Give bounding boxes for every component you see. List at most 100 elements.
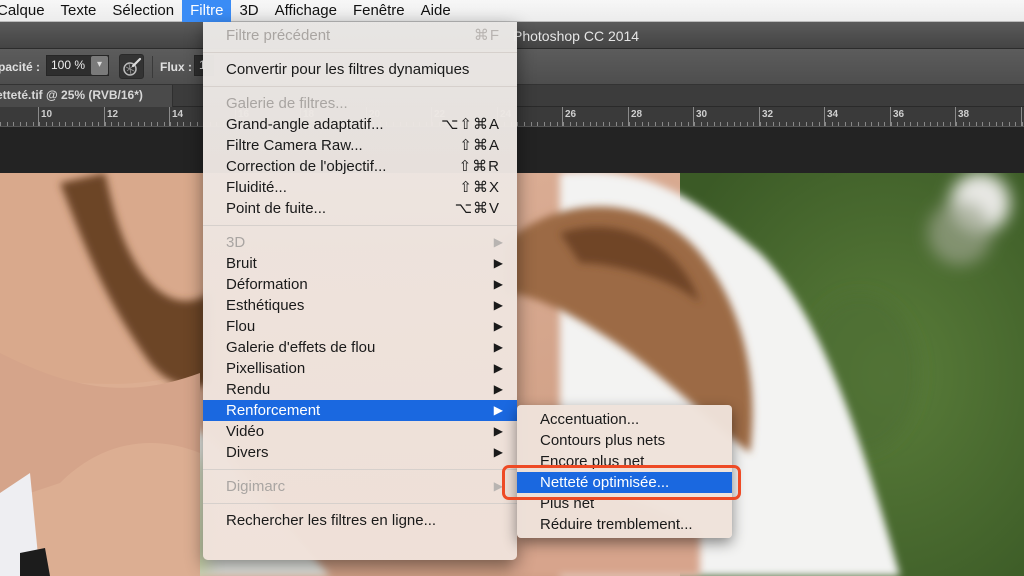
menu-aide[interactable]: Aide bbox=[413, 0, 459, 22]
menu-item-bruit[interactable]: Bruit ▶ bbox=[203, 253, 517, 274]
menu-item-deformation[interactable]: Déformation ▶ bbox=[203, 274, 517, 295]
menu-item-filtre-camera-raw[interactable]: Filtre Camera Raw... ⇧⌘A bbox=[203, 135, 517, 156]
submenu-arrow-icon: ▶ bbox=[493, 424, 503, 438]
menu-item-label: Rendu bbox=[226, 381, 271, 398]
ruler-minor-tick bbox=[603, 122, 604, 126]
menu-item-label: Bruit bbox=[226, 255, 257, 272]
ruler-minor-tick bbox=[897, 122, 898, 126]
ruler-minor-tick bbox=[517, 122, 518, 126]
opacity-value: 100 % bbox=[51, 58, 86, 72]
menu-item-digimarc[interactable]: Digimarc ▶ bbox=[203, 476, 517, 497]
ruler-minor-tick bbox=[642, 122, 643, 126]
ruler-minor-tick bbox=[151, 122, 152, 126]
ruler-minor-tick bbox=[39, 122, 40, 126]
ruler-minor-tick bbox=[779, 122, 780, 126]
menu-item-esthetiques[interactable]: Esthétiques ▶ bbox=[203, 295, 517, 316]
menu-item-fluidite[interactable]: Fluidité... ⇧⌘X bbox=[203, 177, 517, 198]
submenu-item-reduire-tremblement[interactable]: Réduire tremblement... bbox=[517, 514, 732, 535]
ruler-minor-tick bbox=[138, 122, 139, 126]
ruler-minor-tick bbox=[655, 122, 656, 126]
ruler-minor-tick bbox=[563, 122, 564, 126]
ruler-minor-tick bbox=[786, 122, 787, 126]
menu-item-label: Filtre précédent bbox=[226, 27, 331, 44]
submenu-item-accentuation[interactable]: Accentuation... bbox=[517, 409, 732, 430]
keyboard-shortcut: ⇧⌘X bbox=[459, 179, 500, 196]
ruler-minor-tick bbox=[917, 122, 918, 126]
menu-item-label: Divers bbox=[226, 444, 269, 461]
menu-fenetre[interactable]: Fenêtre bbox=[345, 0, 413, 22]
menu-item-label: Flou bbox=[226, 318, 256, 335]
ruler-minor-tick bbox=[727, 122, 728, 126]
menu-item-convertir-pour-les-filtres-dynamiques[interactable]: Convertir pour les filtres dynamiques bbox=[203, 59, 517, 80]
opacity-dropdown-button[interactable]: ▾ bbox=[91, 56, 108, 75]
menu-item-correction-de-l-objectif[interactable]: Correction de l'objectif... ⇧⌘R bbox=[203, 156, 517, 177]
menu-item-label: Galerie d'effets de flou bbox=[226, 339, 376, 356]
ruler-minor-tick bbox=[871, 122, 872, 126]
window-title: Photoshop CC 2014 bbox=[513, 28, 640, 44]
menu-item-3d[interactable]: 3D ▶ bbox=[203, 232, 517, 253]
ruler-minor-tick bbox=[924, 122, 925, 126]
keyboard-shortcut: ⌥⇧⌘A bbox=[441, 116, 500, 133]
menu-item-label: Grand-angle adaptatif... bbox=[226, 116, 384, 133]
ruler-minor-tick bbox=[982, 122, 983, 126]
ruler-tick-label: 10 bbox=[41, 109, 53, 120]
menu-item-video[interactable]: Vidéo ▶ bbox=[203, 421, 517, 442]
ruler-minor-tick bbox=[1022, 122, 1023, 126]
menu-item-label: Déformation bbox=[226, 276, 308, 293]
menu-affichage[interactable]: Affichage bbox=[267, 0, 345, 22]
ruler-minor-tick bbox=[79, 122, 80, 126]
ruler-minor-tick bbox=[904, 122, 905, 126]
ruler-minor-tick bbox=[1009, 122, 1010, 126]
menu-item-flou[interactable]: Flou ▶ bbox=[203, 316, 517, 337]
ruler-minor-tick bbox=[760, 122, 761, 126]
menu-selection[interactable]: Sélection bbox=[104, 0, 182, 22]
ruler-minor-tick bbox=[557, 122, 558, 126]
menu-item-grand-angle-adaptatif[interactable]: Grand-angle adaptatif... ⌥⇧⌘A bbox=[203, 114, 517, 135]
ruler-minor-tick bbox=[177, 122, 178, 126]
ruler-minor-tick bbox=[550, 122, 551, 126]
menu-calque[interactable]: Calque bbox=[0, 0, 53, 22]
menu-item-galerie-de-filtres[interactable]: Galerie de filtres... bbox=[203, 93, 517, 114]
menu-item-rechercher-les-filtres-en-ligne[interactable]: Rechercher les filtres en ligne... bbox=[203, 510, 517, 531]
ruler-minor-tick bbox=[13, 122, 14, 126]
document-tab[interactable]: etteté.tif @ 25% (RVB/16*) bbox=[0, 85, 173, 107]
menu-filtre[interactable]: Filtre bbox=[182, 0, 232, 22]
menu-item-rendu[interactable]: Rendu ▶ bbox=[203, 379, 517, 400]
ruler-minor-tick bbox=[943, 122, 944, 126]
ruler-minor-tick bbox=[996, 122, 997, 126]
ruler-minor-tick bbox=[537, 122, 538, 126]
submenu-arrow-icon: ▶ bbox=[493, 298, 503, 312]
ruler-minor-tick bbox=[675, 122, 676, 126]
ruler-minor-tick bbox=[956, 122, 957, 126]
menu-item-filtre-precedent[interactable]: Filtre précédent ⌘F bbox=[203, 25, 517, 46]
ruler-minor-tick bbox=[694, 122, 695, 126]
ruler-minor-tick bbox=[681, 122, 682, 126]
ruler-minor-tick bbox=[609, 122, 610, 126]
menu-texte[interactable]: Texte bbox=[53, 0, 105, 22]
submenu-item-label: Contours plus nets bbox=[540, 432, 666, 449]
ruler-tick-label: 32 bbox=[762, 109, 774, 120]
menu-item-label: Digimarc bbox=[226, 478, 286, 495]
menu-item-label: Pixellisation bbox=[226, 360, 306, 377]
menu-item-pixellisation[interactable]: Pixellisation ▶ bbox=[203, 358, 517, 379]
menu-separator bbox=[203, 52, 517, 53]
ruler-minor-tick bbox=[937, 122, 938, 126]
menu-item-point-de-fuite[interactable]: Point de fuite... ⌥⌘V bbox=[203, 198, 517, 219]
ruler-tick-label: 26 bbox=[565, 109, 577, 120]
ruler-minor-tick bbox=[0, 122, 1, 126]
ruler-minor-tick bbox=[812, 122, 813, 126]
keyboard-shortcut: ⌥⌘V bbox=[454, 200, 500, 217]
ruler-minor-tick bbox=[1002, 122, 1003, 126]
menu-3d[interactable]: 3D bbox=[231, 0, 266, 22]
ruler-minor-tick bbox=[190, 122, 191, 126]
submenu-arrow-icon: ▶ bbox=[493, 403, 503, 417]
menu-item-divers[interactable]: Divers ▶ bbox=[203, 442, 517, 463]
airbrush-toggle-button[interactable] bbox=[119, 54, 144, 79]
ruler-minor-tick bbox=[118, 122, 119, 126]
menu-item-galerie-d-effets-de-flou[interactable]: Galerie d'effets de flou ▶ bbox=[203, 337, 517, 358]
submenu-item-contours-plus-nets[interactable]: Contours plus nets bbox=[517, 430, 732, 451]
menu-item-renforcement[interactable]: Renforcement ▶ bbox=[203, 400, 517, 421]
ruler-minor-tick bbox=[124, 122, 125, 126]
ruler-minor-tick bbox=[26, 122, 27, 126]
menu-separator bbox=[203, 86, 517, 87]
